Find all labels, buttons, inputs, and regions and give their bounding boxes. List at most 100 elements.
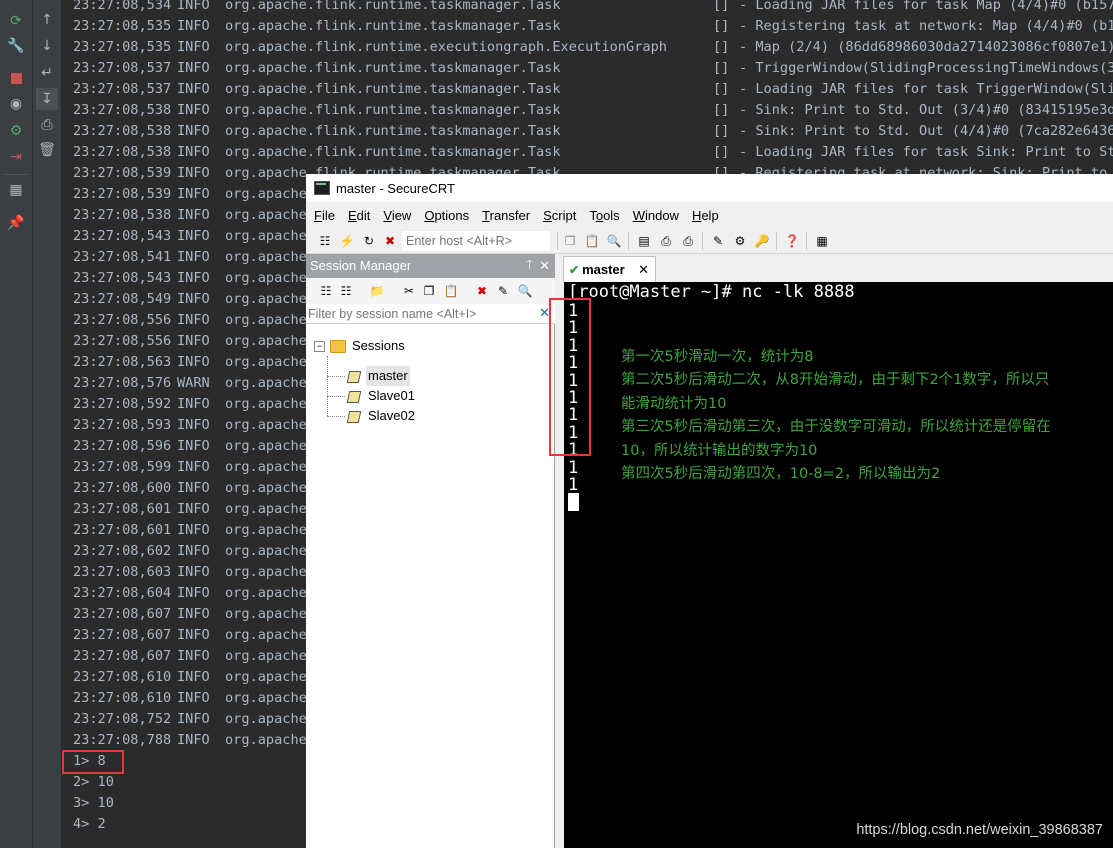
- session-item-master[interactable]: master: [346, 366, 410, 386]
- session-item-slave01[interactable]: Slave01: [346, 386, 417, 406]
- debug-icon[interactable]: ⚙: [7, 122, 25, 140]
- help-icon[interactable]: ❓: [784, 233, 800, 249]
- soft-wrap-icon[interactable]: ↵: [38, 64, 56, 82]
- delete-icon[interactable]: ✖: [474, 283, 490, 299]
- tab-master[interactable]: ✔ master ✕: [563, 256, 656, 282]
- menu-script[interactable]: Script: [543, 208, 576, 223]
- menu-edit[interactable]: Edit: [348, 208, 370, 223]
- highlight-box-inputs: [549, 298, 591, 456]
- log-level: INFO: [177, 669, 210, 685]
- disconnect-icon[interactable]: ✖: [382, 233, 398, 249]
- arrow-down-icon[interactable]: ↓: [38, 37, 56, 55]
- print-icon[interactable]: ⎙: [38, 116, 56, 134]
- log-class: org.apache: [225, 396, 307, 412]
- keymap-icon[interactable]: 🔑: [754, 233, 770, 249]
- global-options-icon[interactable]: ⚙: [732, 233, 748, 249]
- session-filter-input[interactable]: [306, 304, 555, 324]
- result-line: 4> 2: [73, 816, 106, 832]
- menu-transfer[interactable]: Transfer: [482, 208, 530, 223]
- menu-bar: File Edit View Options Transfer Script Tools Wi…: [306, 202, 1113, 228]
- trash-icon[interactable]: 🗑: [38, 141, 56, 159]
- window-titlebar[interactable]: master - SecureCRT: [306, 174, 1113, 202]
- log-class: org.apache: [225, 669, 307, 685]
- menu-window[interactable]: Window: [633, 208, 679, 223]
- terminal-screen[interactable]: [root@Master ~]# nc -lk 8888 11111111111…: [564, 282, 1113, 848]
- log-time: 23:27:08,592: [73, 396, 172, 412]
- log-class: org.apache.flink.runtime.executiongraph.…: [225, 39, 667, 55]
- log-class: org.apache: [225, 543, 307, 559]
- log-level: INFO: [177, 459, 210, 475]
- annotation-note: 能滑动统计为10: [621, 395, 727, 412]
- log-level: INFO: [177, 228, 210, 244]
- log-level: INFO: [177, 480, 210, 496]
- menu-help[interactable]: Help: [692, 208, 719, 223]
- menu-view[interactable]: View: [383, 208, 411, 223]
- sftp-icon[interactable]: ▤: [636, 233, 652, 249]
- log-time: 23:27:08,539: [73, 186, 172, 202]
- scroll-to-end-icon[interactable]: ↧: [36, 88, 58, 110]
- enter-host-input[interactable]: [402, 231, 550, 251]
- tab-close-icon[interactable]: ✕: [638, 262, 649, 278]
- log-time: 23:27:08,788: [73, 732, 172, 748]
- menu-file[interactable]: File: [314, 208, 335, 223]
- rerun-icon[interactable]: ⟳: [7, 12, 25, 30]
- cut-icon[interactable]: ✂: [401, 283, 417, 299]
- log-level: WARN: [177, 375, 210, 391]
- print-icon[interactable]: ⎙: [658, 233, 674, 249]
- layout-icon[interactable]: ▦: [7, 181, 25, 199]
- properties-icon[interactable]: ✎: [495, 283, 511, 299]
- log-time: 23:27:08,538: [73, 123, 172, 139]
- log-level: INFO: [177, 39, 210, 55]
- annotation-note: 第四次5秒后滑动第四次，10-8=2，所以输出为2: [621, 466, 941, 482]
- toolbar-divider: [806, 232, 807, 250]
- exit-icon[interactable]: ⇥: [7, 148, 25, 166]
- toolbar-divider: [628, 232, 629, 250]
- collapse-icon[interactable]: −: [314, 340, 325, 352]
- quick-connect-icon[interactable]: ⚡: [339, 233, 355, 249]
- log-class: org.apache: [225, 480, 307, 496]
- session-label: Slave01: [368, 388, 415, 403]
- log-time: 23:27:08,607: [73, 606, 172, 622]
- print-screen-icon[interactable]: ⎙: [680, 233, 696, 249]
- log-class: org.apache: [225, 207, 307, 223]
- log-time: 23:27:08,549: [73, 291, 172, 307]
- result-line: 2> 10: [73, 774, 114, 790]
- connect-icon[interactable]: ☷: [318, 283, 334, 299]
- wrench-icon[interactable]: 🔧: [7, 37, 25, 55]
- layout-icon[interactable]: ▦: [814, 233, 830, 249]
- session-options-icon[interactable]: ✎: [710, 233, 726, 249]
- reconnect-icon[interactable]: ↻: [361, 233, 377, 249]
- log-time: 23:27:08,556: [73, 333, 172, 349]
- arrow-up-icon[interactable]: ↑: [38, 11, 56, 29]
- log-level: INFO: [177, 543, 210, 559]
- menu-options[interactable]: Options: [424, 208, 469, 223]
- paste-icon[interactable]: 📋: [443, 283, 459, 299]
- menu-tools[interactable]: Tools: [589, 208, 619, 223]
- pin-icon[interactable]: 📌: [7, 214, 25, 232]
- annotation-note: 第二次5秒后滑动二次，从8开始滑动，由于剩下2个1数字，所以只: [621, 372, 1050, 389]
- camera-icon[interactable]: ◉: [7, 95, 25, 113]
- copy-icon[interactable]: ❐: [562, 233, 578, 249]
- find-icon[interactable]: 🔍: [606, 233, 622, 249]
- copy-icon[interactable]: ❐: [421, 283, 437, 299]
- tree-root-sessions[interactable]: − Sessions: [314, 336, 405, 356]
- paste-icon[interactable]: 📋: [584, 233, 600, 249]
- log-bracket: []: [713, 0, 730, 13]
- tree-line: [327, 416, 345, 417]
- log-class: org.apache: [225, 564, 307, 580]
- securecrt-window: master - SecureCRT File Edit View Options Tr…: [306, 174, 1113, 848]
- new-session-icon[interactable]: 📁: [369, 283, 385, 299]
- close-icon[interactable]: ✕: [539, 254, 550, 278]
- log-time: 23:27:08,610: [73, 669, 172, 685]
- annotation-note: 第一次5秒滑动一次，统计为8: [621, 349, 814, 365]
- log-class: org.apache: [225, 711, 307, 727]
- log-bracket: []: [713, 81, 730, 97]
- connect-icon[interactable]: ☷: [317, 233, 333, 249]
- log-time: 23:27:08,604: [73, 585, 172, 601]
- find-icon[interactable]: 🔍: [517, 283, 533, 299]
- session-item-slave02[interactable]: Slave02: [346, 406, 417, 426]
- pin-icon[interactable]: ⍑: [526, 254, 533, 278]
- stop-icon[interactable]: [7, 69, 25, 87]
- connect-tab-icon[interactable]: ☷: [338, 283, 354, 299]
- log-class: org.apache: [225, 375, 307, 391]
